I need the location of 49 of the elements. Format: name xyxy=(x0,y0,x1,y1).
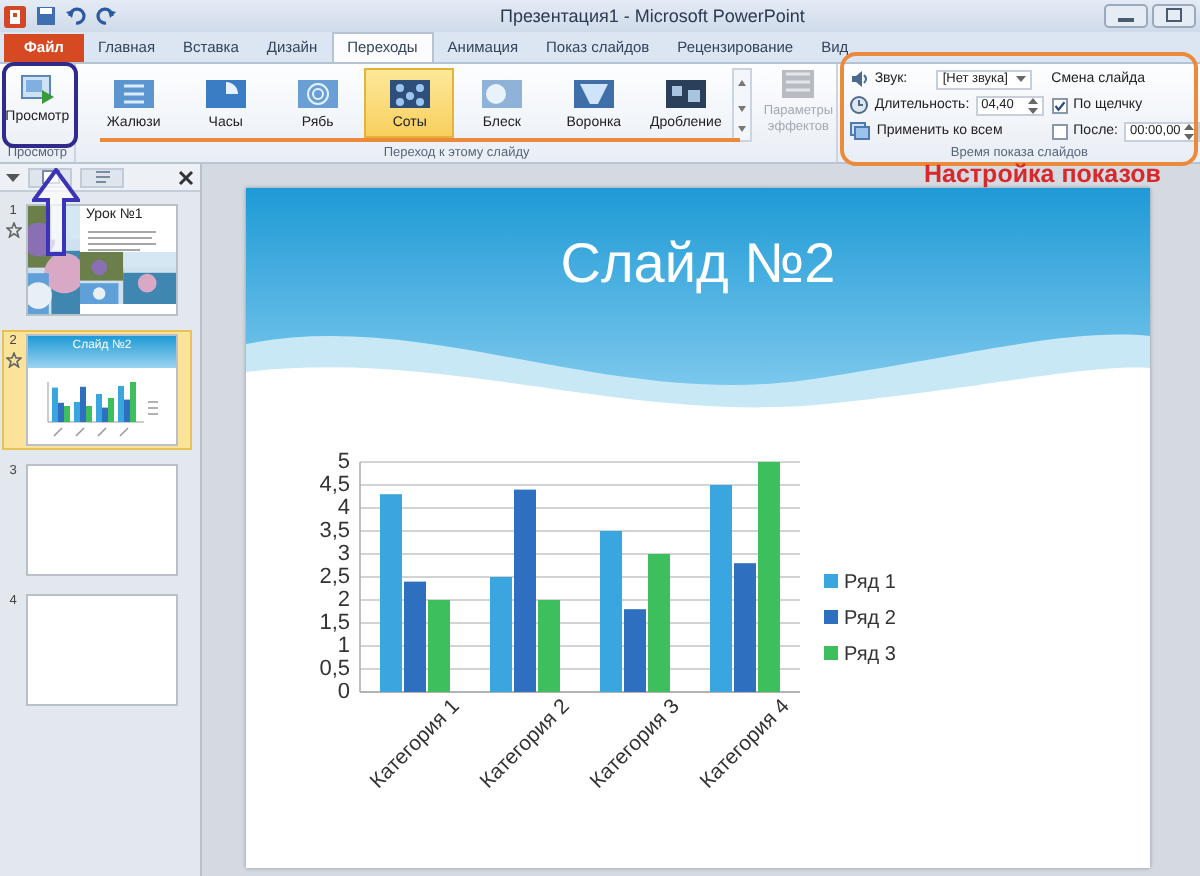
legend-label: Ряд 2 xyxy=(844,608,896,630)
axis-tick-label: 2,5 xyxy=(319,565,350,589)
slide-title: Слайд №2 xyxy=(560,230,836,296)
axis-tick-label: 0 xyxy=(337,680,350,704)
legend-label: Ряд 3 xyxy=(844,644,896,666)
slide-thumbnail[interactable] xyxy=(26,594,178,706)
outline-icon xyxy=(93,170,111,184)
speaker-icon xyxy=(850,70,869,88)
annotation-text: Настройка показов xyxy=(924,160,1161,188)
close-icon[interactable] xyxy=(178,169,194,185)
redo-icon[interactable] xyxy=(96,6,116,26)
axis-tick-label: 5 xyxy=(337,450,350,474)
effect-icon xyxy=(111,77,156,109)
collapse-icon[interactable] xyxy=(6,170,20,184)
highlight-frame xyxy=(2,62,78,148)
gallery-scrollbar[interactable] xyxy=(732,68,753,142)
effect-icon xyxy=(663,77,708,109)
axis-tick-label: 1,5 xyxy=(319,611,350,635)
maximize-icon[interactable] xyxy=(1152,4,1196,28)
axis-tick-label: 3 xyxy=(337,542,350,566)
axis-tick-label: 1 xyxy=(337,634,350,658)
checkmark-icon xyxy=(1053,97,1066,113)
axis-tick-label: 0,5 xyxy=(319,657,350,681)
axis-tick-label: 4 xyxy=(337,496,350,520)
scroll-arrows-icon xyxy=(736,75,749,135)
save-icon[interactable] xyxy=(36,6,56,26)
effects-icon xyxy=(780,68,817,100)
legend-label: Ряд 1 xyxy=(844,572,896,594)
app-icon xyxy=(4,5,26,27)
preview-icon xyxy=(19,74,56,106)
axis-tick-label: 2 xyxy=(337,588,350,612)
axis-tick-label: 3,5 xyxy=(319,519,350,543)
checkbox[interactable] xyxy=(1051,123,1068,139)
minimize-icon[interactable] xyxy=(1104,4,1148,28)
slide-thumbnail[interactable] xyxy=(26,464,178,576)
slides-icon xyxy=(850,122,871,140)
effect-icon xyxy=(479,77,524,109)
axis-tick-label: 4,5 xyxy=(319,473,350,497)
caret-icon xyxy=(1016,75,1027,83)
spinner-arrows-icon xyxy=(1027,97,1038,113)
checkbox[interactable] xyxy=(1051,97,1068,113)
effect-icon xyxy=(203,77,248,109)
window-title: Презентация1 - Microsoft PowerPoint xyxy=(498,6,807,26)
clock-icon xyxy=(850,96,869,114)
undo-icon[interactable] xyxy=(66,6,86,26)
effect-icon xyxy=(295,77,340,109)
effect-icon xyxy=(571,77,616,109)
effect-icon xyxy=(387,77,432,109)
spinner-arrows-icon xyxy=(1184,123,1194,139)
